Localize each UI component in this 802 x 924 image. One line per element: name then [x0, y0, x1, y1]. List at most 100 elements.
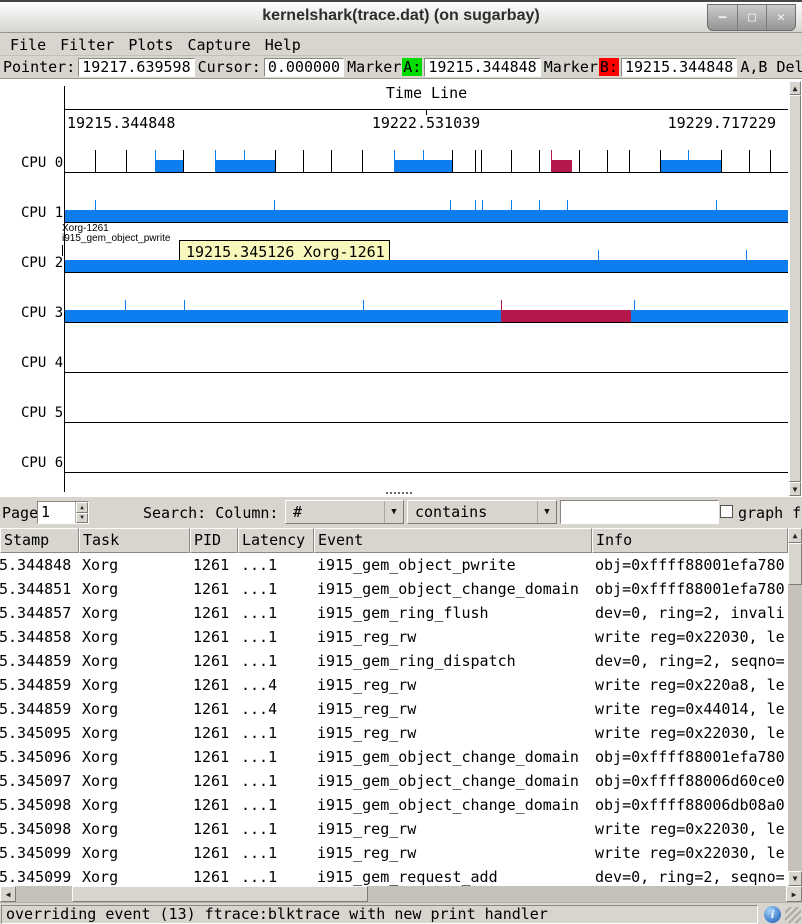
cpu-row-3[interactable]: CPU 3 [65, 299, 788, 323]
event-tick [363, 300, 364, 310]
event-tick [475, 150, 476, 172]
table-row[interactable]: 5.345096Xorg1261...1i915_gem_object_chan… [0, 745, 788, 769]
cell: ...1 [238, 772, 314, 790]
table-scroll-left-button[interactable]: ◀ [0, 886, 16, 902]
table-row[interactable]: 5.344857Xorg1261...1i915_gem_ring_flushd… [0, 601, 788, 625]
task-bar [660, 160, 721, 172]
cell: ...1 [238, 724, 314, 742]
table-scroll-down-button[interactable]: ▼ [788, 871, 802, 886]
graph-follows-checkbox[interactable] [720, 505, 733, 518]
info-icon[interactable]: i [764, 906, 781, 923]
pointer-label: Pointer: [2, 58, 76, 76]
cpu-row-4[interactable]: CPU 4 [65, 349, 788, 373]
maximize-button[interactable]: □ [737, 5, 766, 30]
menu-capture[interactable]: Capture [180, 35, 257, 55]
cell: i915_gem_object_change_domain [314, 580, 592, 598]
table-hscrollbar-thumb[interactable] [72, 886, 368, 902]
event-tick [452, 150, 453, 172]
cpu-label: CPU 3 [21, 305, 63, 321]
event-tick [481, 150, 482, 172]
table-row[interactable]: 5.345099Xorg1261...1i915_reg_rwwrite reg… [0, 841, 788, 865]
column-header-event[interactable]: Event [314, 528, 592, 553]
graph-scroll-down-button[interactable]: ▼ [789, 482, 801, 496]
cell: Xorg [79, 628, 190, 646]
table-row[interactable]: 5.345097Xorg1261...1i915_gem_object_chan… [0, 769, 788, 793]
column-header-info[interactable]: Info [592, 528, 788, 553]
resize-grip[interactable] [785, 907, 801, 923]
task-bar [65, 210, 788, 222]
event-tick [551, 150, 552, 172]
cell: Xorg [79, 772, 190, 790]
table-row[interactable]: 5.344859Xorg1261...1i915_gem_ring_dispat… [0, 649, 788, 673]
event-tick [155, 150, 156, 160]
table-scrollbar-thumb[interactable] [788, 543, 802, 585]
cell: 5.344859 [0, 652, 79, 670]
title-bar[interactable]: kernelshark(trace.dat) (on sugarbay) – □… [0, 0, 802, 33]
table-row[interactable]: 5.345098Xorg1261...1i915_gem_object_chan… [0, 793, 788, 817]
cell: i915_gem_ring_dispatch [314, 652, 592, 670]
search-input[interactable] [560, 500, 719, 524]
menu-plots[interactable]: Plots [121, 35, 180, 55]
cpu-row-2[interactable]: CPU 2 [65, 249, 788, 273]
search-toolbar: Page 1 ▲ ▼ Search: Column: # ▼ contains … [0, 497, 802, 528]
axis-label-start: 19215.344848 [67, 114, 175, 132]
cell: Xorg [79, 556, 190, 574]
cell: i915_gem_object_change_domain [314, 772, 592, 790]
table-scroll-right-button[interactable]: ▶ [786, 886, 802, 902]
page-spin-up-button[interactable]: ▲ [76, 502, 88, 513]
cell: ...1 [238, 556, 314, 574]
task-bar [394, 160, 452, 172]
cpu-row-6[interactable]: CPU 6 [65, 449, 788, 473]
marker-b-label: Marker [543, 58, 599, 76]
column-header-latency[interactable]: Latency [238, 528, 314, 553]
chevron-down-icon: ▼ [384, 501, 403, 523]
cell: 1261 [190, 748, 238, 766]
table-row[interactable]: 5.344859Xorg1261...4i915_reg_rwwrite reg… [0, 673, 788, 697]
table-scroll-up-button[interactable]: ▲ [788, 528, 802, 543]
table-row[interactable]: 5.344859Xorg1261...4i915_reg_rwwrite reg… [0, 697, 788, 721]
graph-scroll-up-button[interactable]: ▲ [789, 81, 801, 95]
table-row[interactable]: 5.344851Xorg1261...1i915_gem_object_chan… [0, 577, 788, 601]
table-row[interactable]: 5.345099Xorg1261...1i915_gem_request_add… [0, 865, 788, 886]
cell: 1261 [190, 868, 238, 886]
event-tick [749, 150, 750, 172]
cpu-row-1[interactable]: CPU 1 [65, 199, 788, 223]
table-row[interactable]: 5.344858Xorg1261...1i915_reg_rwwrite reg… [0, 625, 788, 649]
event-tick [184, 300, 185, 310]
cell: ...1 [238, 652, 314, 670]
task-bar [215, 160, 275, 172]
plot-left-border [64, 86, 65, 492]
page-value[interactable]: 1 [38, 502, 75, 523]
graph-scrollbar-thumb[interactable] [789, 95, 801, 482]
page-spinbox[interactable]: 1 ▲ ▼ [37, 501, 89, 524]
menu-filter[interactable]: Filter [53, 35, 121, 55]
match-dropdown[interactable]: contains ▼ [407, 500, 557, 524]
menu-file[interactable]: File [3, 35, 53, 55]
close-button[interactable]: ✕ [766, 5, 795, 30]
cell: 5.344859 [0, 676, 79, 694]
cell: ...1 [238, 748, 314, 766]
column-header-task[interactable]: Task [79, 528, 190, 553]
cell: 5.345099 [0, 868, 79, 886]
page-spin-down-button[interactable]: ▼ [76, 513, 88, 524]
pane-splitter-handle[interactable] [386, 491, 416, 495]
column-dropdown[interactable]: # ▼ [285, 500, 404, 524]
column-header-stamp[interactable]: Stamp [0, 528, 79, 553]
event-tick [450, 200, 451, 210]
cell: obj=0xffff88006db08a0 [592, 796, 788, 814]
timeline-graph[interactable]: Time Line 19215.344848 19222.531039 1922… [0, 78, 802, 497]
event-tick [215, 150, 216, 160]
event-tick [567, 200, 568, 210]
menu-help[interactable]: Help [258, 35, 308, 55]
page-label: Page [2, 504, 38, 522]
table-row[interactable]: 5.344848Xorg1261...1i915_gem_object_pwri… [0, 553, 788, 577]
match-dropdown-value: contains [408, 503, 537, 521]
cpu-row-5[interactable]: CPU 5 [65, 399, 788, 423]
column-header-pid[interactable]: PID [190, 528, 238, 553]
cpu-label: CPU 1 [21, 205, 63, 221]
table-row[interactable]: 5.345095Xorg1261...1i915_reg_rwwrite reg… [0, 721, 788, 745]
cpu-row-0[interactable]: CPU 0 [65, 149, 788, 173]
cell: 5.344848 [0, 556, 79, 574]
minimize-button[interactable]: – [708, 5, 737, 30]
table-row[interactable]: 5.345098Xorg1261...1i915_reg_rwwrite reg… [0, 817, 788, 841]
